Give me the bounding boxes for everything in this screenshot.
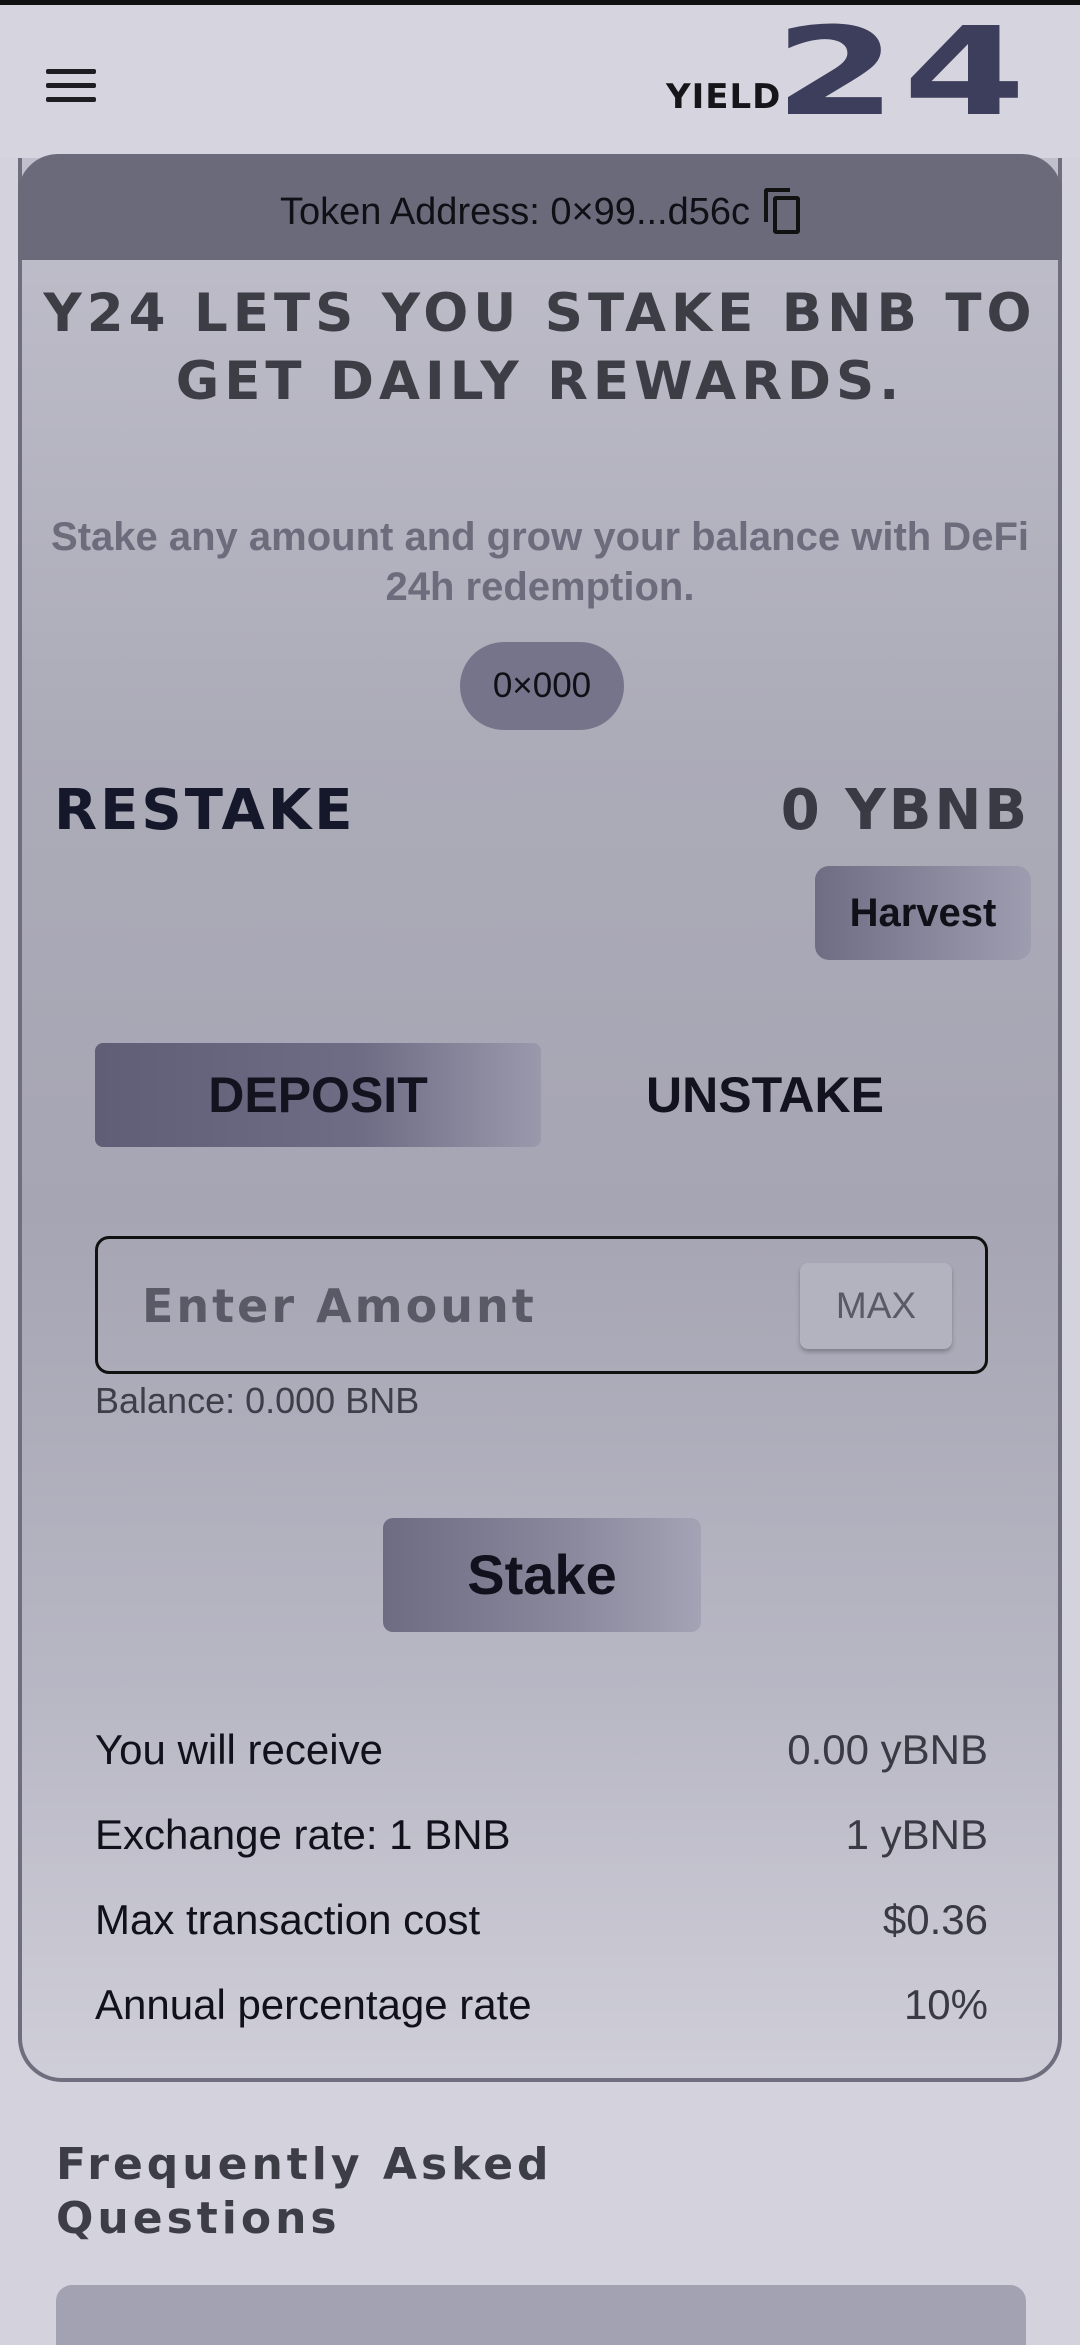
balance-text: Balance: 0.000 BNB	[95, 1380, 420, 1421]
token-address-text: Token Address: 0×99...d56c	[279, 191, 751, 233]
info-value: 1 yBNB	[845, 1811, 988, 1858]
copy-icon[interactable]	[764, 188, 801, 234]
tab-unstake[interactable]: UNSTAKE	[545, 1043, 985, 1147]
hero-title: Y24 LETS YOU STAKE BNB TO GET DAILY REWA…	[43, 283, 1037, 412]
info-value: $0.36	[882, 1896, 988, 1943]
info-label: Exchange rate: 1 BNB	[95, 1811, 511, 1858]
token-address-row: Token Address: 0×99...d56c	[18, 188, 1062, 234]
tab-deposit[interactable]: DEPOSIT	[95, 1043, 541, 1147]
harvest-button[interactable]: Harvest	[815, 866, 1031, 960]
amount-field: MAX	[95, 1236, 988, 1374]
info-value: 10%	[903, 1981, 988, 2028]
logo-text-big: 24	[774, 1, 1032, 143]
info-row-max-cost: Max transaction cost $0.36	[95, 1896, 988, 1956]
menu-icon[interactable]	[46, 67, 98, 105]
token-address-bar: Token Address: 0×99...d56c	[18, 154, 1062, 260]
top-bar: YIELD 24	[0, 0, 1080, 158]
stake-button[interactable]: Stake	[383, 1518, 701, 1632]
hero-subtitle: Stake any amount and grow your balance w…	[51, 515, 1029, 609]
info-label: You will receive	[95, 1726, 383, 1773]
info-label: Annual percentage rate	[95, 1981, 532, 2028]
info-row-receive: You will receive 0.00 yBNB	[95, 1726, 988, 1786]
info-label: Max transaction cost	[95, 1896, 481, 1943]
restake-label: RESTAKE	[54, 778, 356, 843]
restake-balance: 0 YBNB	[780, 778, 1030, 843]
logo[interactable]: YIELD 24	[666, 11, 1026, 133]
info-row-exchange-rate: Exchange rate: 1 BNB 1 yBNB	[95, 1811, 988, 1871]
faq-item[interactable]	[56, 2285, 1026, 2345]
max-button[interactable]: MAX	[800, 1263, 952, 1349]
logo-text-small: YIELD	[666, 77, 782, 117]
info-value: 0.00 yBNB	[787, 1726, 988, 1773]
wallet-address-button[interactable]: 0×000	[460, 642, 624, 730]
amount-input[interactable]	[142, 1269, 762, 1343]
faq-title: Frequently Asked Questions	[56, 2139, 553, 2244]
info-row-apr: Annual percentage rate 10%	[95, 1981, 988, 2041]
